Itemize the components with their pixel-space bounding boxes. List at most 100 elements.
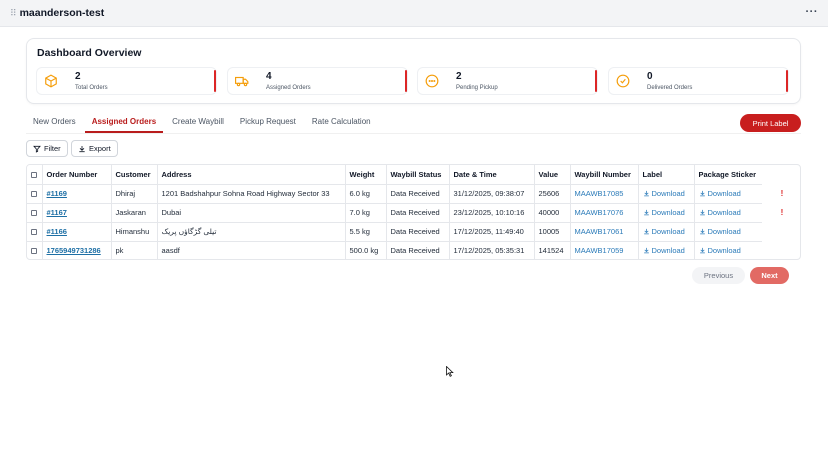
select-all-checkbox[interactable]: [31, 171, 37, 178]
sticker-cell: Download: [694, 222, 762, 242]
waybill-cell: MAAWB17059: [570, 241, 639, 259]
download-label: Download: [707, 226, 741, 236]
sticker-cell: Download: [694, 203, 762, 223]
waybill-link[interactable]: MAAWB17085: [575, 189, 624, 198]
label-cell: Download: [638, 203, 695, 223]
customer-cell: Himanshu: [111, 222, 158, 242]
row-checkbox[interactable]: [31, 248, 37, 255]
column-header[interactable]: Date & Time: [449, 165, 535, 185]
label-download-link[interactable]: Download: [643, 208, 685, 217]
value-cell: 10005: [534, 222, 571, 242]
download-icon: [643, 209, 649, 215]
tabs-divider: [26, 133, 801, 134]
row-checkbox[interactable]: [31, 229, 37, 236]
drag-handle-icon[interactable]: ⠿: [10, 8, 17, 19]
label-download-link[interactable]: Download: [643, 227, 685, 236]
waybill-cell: MAAWB17076: [570, 203, 639, 223]
customer-cell: Jaskaran: [111, 203, 158, 223]
next-page-button[interactable]: Next: [750, 267, 789, 284]
stat-accent-bar: [595, 70, 597, 92]
stat-card-total-orders: 2 Total Orders: [36, 67, 217, 95]
column-header[interactable]: Waybill Status: [386, 165, 450, 185]
row-select-cell: [27, 184, 43, 204]
filter-button[interactable]: Filter: [26, 140, 68, 157]
value-cell: 141524: [534, 241, 571, 259]
table-row: 1765949731286 pk aasdf 500.0 kg Data Rec…: [27, 241, 762, 259]
waybill-link[interactable]: MAAWB17059: [575, 246, 624, 255]
window-title: maanderson-test: [19, 7, 105, 19]
download-label: Download: [651, 188, 685, 198]
stat-card-assigned-orders: 4 Assigned Orders: [227, 67, 408, 95]
table-row: #1169 Dhiraj 1201 Badshahpur Sohna Road …: [27, 184, 762, 204]
row-checkbox[interactable]: [31, 191, 37, 198]
tab-create-waybill[interactable]: Create Waybill: [165, 113, 231, 133]
column-header[interactable]: Address: [157, 165, 346, 185]
address-cell: تیلی گڑگاؤں پریک: [157, 222, 346, 242]
column-header[interactable]: Customer: [111, 165, 158, 185]
dashboard-overview: Dashboard Overview 2 Total Orders 4 Assi…: [26, 38, 801, 104]
more-options-icon[interactable]: ···: [806, 6, 819, 18]
column-header[interactable]: Package Sticker: [694, 165, 762, 185]
stat-label: Delivered Orders: [647, 85, 693, 91]
download-label: Download: [707, 245, 741, 255]
label-download-link[interactable]: Download: [643, 189, 685, 198]
column-header[interactable]: Weight: [345, 165, 387, 185]
download-label: Download: [651, 226, 685, 236]
alert-indicator[interactable]: !: [779, 189, 785, 198]
address-cell: Dubai: [157, 203, 346, 223]
column-header[interactable]: Value: [534, 165, 571, 185]
label-cell: Download: [638, 184, 695, 204]
address-cell: aasdf: [157, 241, 346, 259]
tab-pickup-request[interactable]: Pickup Request: [233, 113, 303, 133]
datetime-cell: 31/12/2025, 09:38:07: [449, 184, 535, 204]
stat-label: Total Orders: [75, 85, 108, 91]
order-link[interactable]: #1166: [47, 227, 67, 236]
customer-cell: pk: [111, 241, 158, 259]
download-label: Download: [707, 207, 741, 217]
tab-rate-calculation[interactable]: Rate Calculation: [305, 113, 378, 133]
column-header[interactable]: Order Number: [42, 165, 112, 185]
order-link[interactable]: #1169: [47, 189, 67, 198]
previous-page-button[interactable]: Previous: [692, 267, 745, 284]
waybill-link[interactable]: MAAWB17076: [575, 208, 624, 217]
stat-accent-bar: [214, 70, 216, 92]
download-icon: [699, 228, 705, 234]
stat-card-pending-pickup: 2 Pending Pickup: [417, 67, 598, 95]
orders-table: Order Number Customer Address Weight Way…: [26, 164, 801, 260]
table-row: #1166 Himanshu تیلی گڑگاؤں پریک 5.5 kg D…: [27, 222, 762, 242]
check-circle-icon: [616, 74, 630, 88]
export-button[interactable]: Export: [71, 140, 118, 157]
sticker-download-link[interactable]: Download: [699, 246, 741, 255]
row-checkbox[interactable]: [31, 210, 37, 217]
address-cell: 1201 Badshahpur Sohna Road Highway Secto…: [157, 184, 346, 204]
mouse-cursor-icon: [446, 366, 454, 377]
order-link[interactable]: 1765949731286: [47, 246, 101, 255]
overview-title: Dashboard Overview: [37, 47, 142, 59]
window-titlebar: ⠿ maanderson-test ···: [0, 0, 828, 27]
sticker-download-link[interactable]: Download: [699, 208, 741, 217]
box-icon: [45, 74, 57, 88]
download-label: Download: [651, 245, 685, 255]
datetime-cell: 17/12/2025, 11:49:40: [449, 222, 535, 242]
alert-indicator[interactable]: !: [779, 208, 785, 217]
stat-value: 0: [647, 71, 653, 82]
select-all-cell: [27, 165, 43, 185]
column-header[interactable]: Waybill Number: [570, 165, 639, 185]
tab-assigned-orders[interactable]: Assigned Orders: [84, 113, 164, 133]
order-tabs: New Orders Assigned Orders Create Waybil…: [26, 113, 380, 133]
label-download-link[interactable]: Download: [643, 246, 685, 255]
status-cell: Data Received: [386, 222, 450, 242]
print-label-button[interactable]: Print Label: [740, 114, 801, 132]
sticker-download-link[interactable]: Download: [699, 189, 741, 198]
stat-value: 4: [266, 71, 272, 82]
sticker-download-link[interactable]: Download: [699, 227, 741, 236]
tab-new-orders[interactable]: New Orders: [26, 113, 83, 133]
order-number-cell: #1166: [42, 222, 112, 242]
column-header[interactable]: Label: [638, 165, 695, 185]
waybill-link[interactable]: MAAWB17061: [575, 227, 624, 236]
filter-icon: [33, 145, 41, 153]
order-number-cell: #1167: [42, 203, 112, 223]
order-link[interactable]: #1167: [47, 208, 67, 217]
stat-value: 2: [456, 71, 462, 82]
table-row: #1167 Jaskaran Dubai 7.0 kg Data Receive…: [27, 203, 762, 223]
